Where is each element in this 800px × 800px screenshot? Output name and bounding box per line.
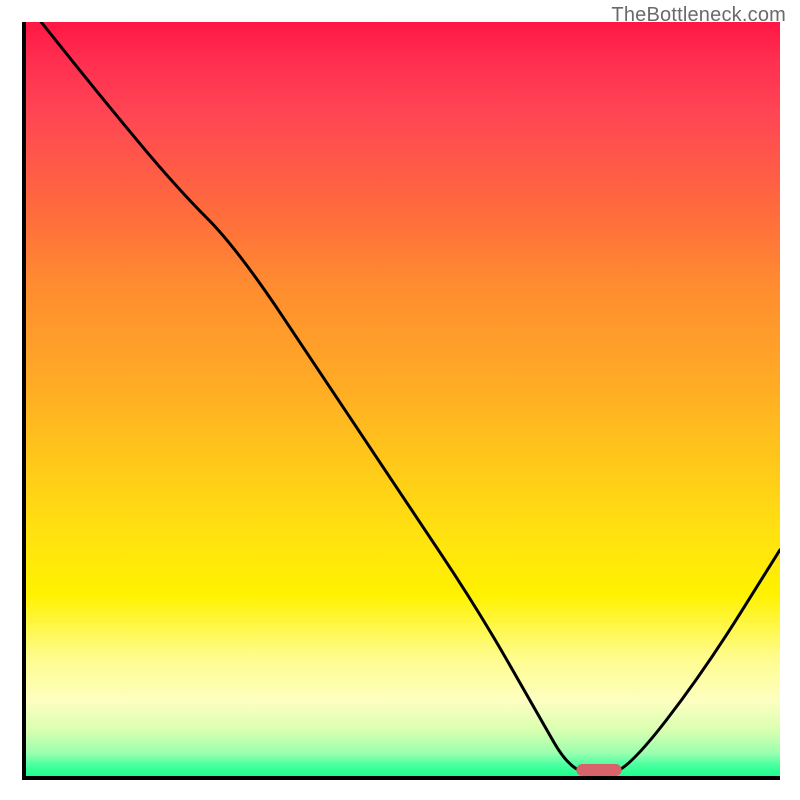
bottleneck-curve — [41, 22, 780, 774]
plot-area — [22, 22, 780, 780]
chart-svg — [26, 22, 780, 776]
chart-container: TheBottleneck.com — [0, 0, 800, 800]
optimal-marker — [576, 764, 621, 776]
